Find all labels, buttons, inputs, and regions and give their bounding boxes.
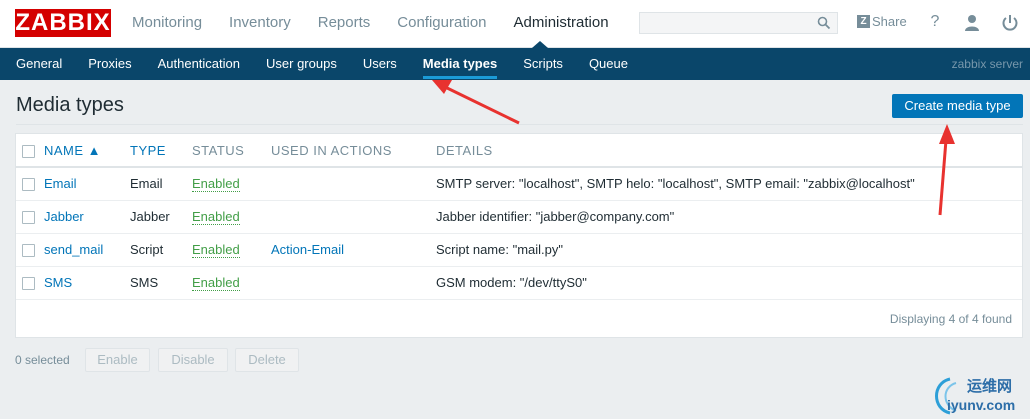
media-type-type: SMS — [130, 266, 192, 300]
search-input[interactable] — [639, 12, 838, 34]
watermark-url: iyunv.com — [947, 397, 1016, 413]
column-header-details: DETAILS — [436, 134, 1022, 168]
media-type-name-link[interactable]: send_mail — [44, 242, 103, 257]
media-types-table: NAME ▲ TYPE STATUS USED IN ACTIONS DETAI… — [16, 134, 1022, 300]
disable-button[interactable]: Disable — [158, 348, 228, 372]
sign-out-icon[interactable] — [1001, 13, 1019, 33]
active-nav-caret — [532, 41, 548, 48]
media-types-table-panel: NAME ▲ TYPE STATUS USED IN ACTIONS DETAI… — [15, 133, 1023, 338]
table-header-row: NAME ▲ TYPE STATUS USED IN ACTIONS DETAI… — [16, 134, 1022, 168]
sub-nav: General Proxies Authentication User grou… — [0, 48, 1030, 80]
media-type-name-link[interactable]: Email — [44, 176, 77, 191]
row-checkbox[interactable] — [22, 211, 35, 225]
media-type-details: SMTP server: "localhost", SMTP helo: "lo… — [436, 167, 1022, 201]
media-type-name-link[interactable]: SMS — [44, 275, 72, 290]
nav-monitoring[interactable]: Monitoring — [132, 0, 202, 48]
subnav-proxies[interactable]: Proxies — [88, 48, 131, 79]
top-bar: ZABBIX Monitoring Inventory Reports Conf… — [0, 0, 1030, 48]
media-type-type: Jabber — [130, 200, 192, 234]
subnav-queue[interactable]: Queue — [589, 48, 628, 79]
subnav-authentication[interactable]: Authentication — [158, 48, 240, 79]
search-icon[interactable] — [817, 16, 831, 30]
subnav-user-groups[interactable]: User groups — [266, 48, 337, 79]
share-label: Share — [872, 14, 907, 29]
select-all-checkbox[interactable] — [22, 144, 35, 158]
nav-reports[interactable]: Reports — [318, 0, 371, 48]
column-header-status: STATUS — [192, 134, 271, 168]
share-link[interactable]: Z Share — [857, 14, 907, 29]
subnav-users[interactable]: Users — [363, 48, 397, 79]
media-type-details: Script name: "mail.py" — [436, 233, 1022, 267]
table-row: send_mail Script Enabled Action-Email Sc… — [16, 233, 1022, 267]
main-nav: Monitoring Inventory Reports Configurati… — [132, 0, 636, 48]
user-profile-icon[interactable] — [963, 13, 981, 33]
status-toggle[interactable]: Enabled — [192, 176, 240, 193]
share-icon: Z — [857, 15, 870, 28]
help-icon[interactable]: ? — [926, 13, 944, 33]
media-type-details: Jabber identifier: "jabber@company.com" — [436, 200, 1022, 234]
table-row: Jabber Jabber Enabled Jabber identifier:… — [16, 200, 1022, 234]
column-header-name[interactable]: NAME ▲ — [44, 134, 130, 168]
row-checkbox[interactable] — [22, 178, 35, 192]
title-divider — [16, 124, 1023, 125]
enable-button[interactable]: Enable — [85, 348, 150, 372]
status-toggle[interactable]: Enabled — [192, 242, 240, 258]
media-type-type: Script — [130, 233, 192, 267]
row-checkbox[interactable] — [22, 244, 35, 258]
status-toggle[interactable]: Enabled — [192, 209, 240, 225]
media-type-type: Email — [130, 167, 192, 201]
media-type-name-link[interactable]: Jabber — [44, 209, 84, 224]
subnav-general[interactable]: General — [16, 48, 62, 79]
table-row: Email Email Enabled SMTP server: "localh… — [16, 167, 1022, 201]
status-toggle[interactable]: Enabled — [192, 275, 240, 291]
table-row: SMS SMS Enabled GSM modem: "/dev/ttyS0" — [16, 266, 1022, 300]
nav-inventory[interactable]: Inventory — [229, 0, 291, 48]
subnav-media-types[interactable]: Media types — [422, 48, 498, 79]
row-checkbox[interactable] — [22, 277, 35, 291]
nav-configuration[interactable]: Configuration — [397, 0, 486, 48]
column-header-type[interactable]: TYPE — [130, 134, 192, 168]
watermark-text: 运维网 — [967, 378, 1013, 395]
delete-button[interactable]: Delete — [235, 348, 299, 372]
page-title: Media types — [16, 94, 124, 116]
used-in-actions-link[interactable]: Action-Email — [271, 242, 344, 257]
column-header-used-in-actions: USED IN ACTIONS — [271, 134, 436, 168]
nav-administration[interactable]: Administration — [514, 0, 609, 48]
media-type-details: GSM modem: "/dev/ttyS0" — [436, 266, 1022, 300]
create-media-type-button[interactable]: Create media type — [892, 94, 1023, 118]
subnav-scripts[interactable]: Scripts — [523, 48, 563, 79]
zabbix-logo[interactable]: ZABBIX — [15, 9, 111, 37]
table-footer-count: Displaying 4 of 4 found — [889, 312, 1012, 326]
server-name: zabbix server — [951, 57, 1023, 71]
annotation-arrow-media-types — [432, 80, 520, 125]
selected-count: 0 selected — [15, 353, 70, 367]
